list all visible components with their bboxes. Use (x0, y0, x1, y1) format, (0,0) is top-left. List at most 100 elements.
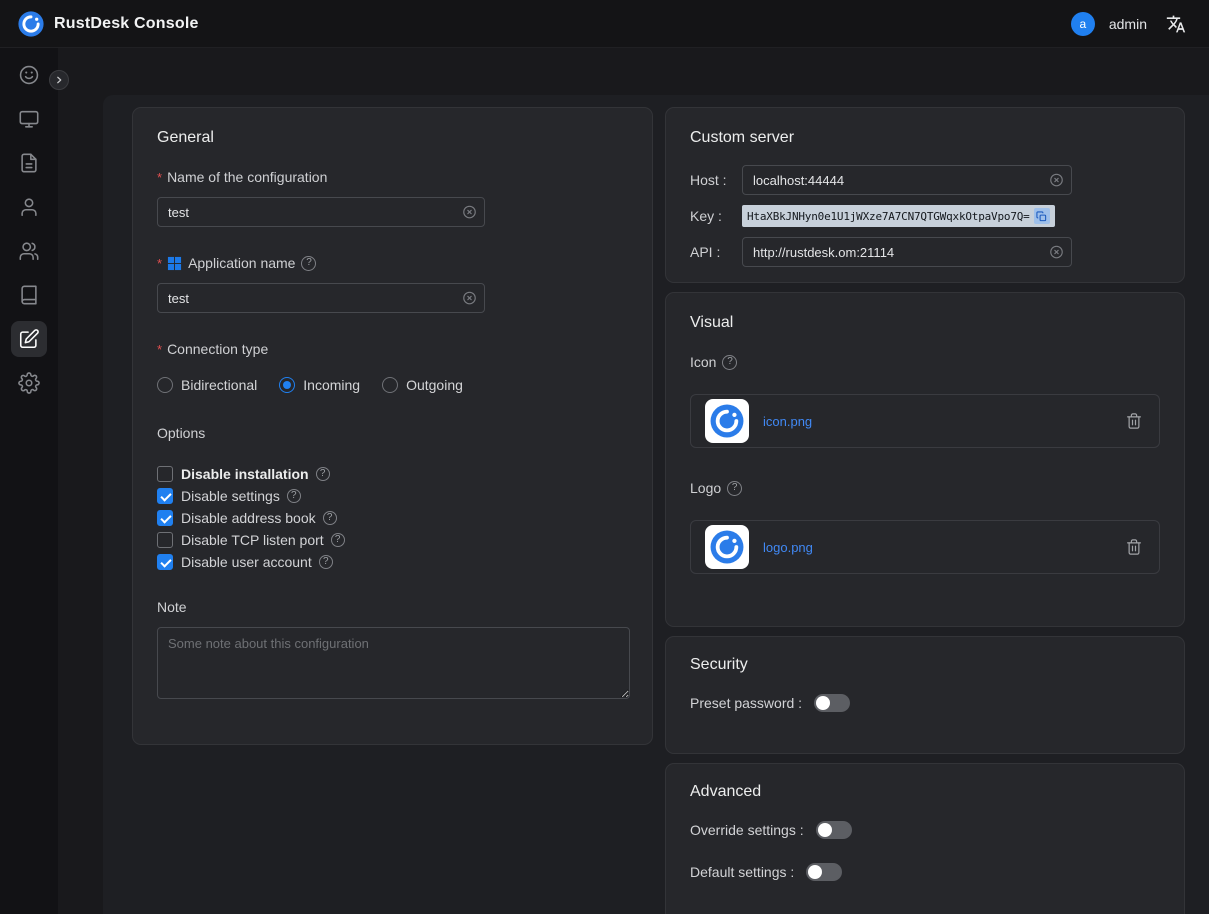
options-list: Disable installation ? Disable settings … (157, 463, 628, 573)
key-row: Key : HtaXBkJNHyn0e1U1jWXze7A7CN7QTGWqxk… (690, 205, 1160, 227)
copy-icon[interactable] (1034, 208, 1050, 224)
logo-label: Logo (690, 480, 721, 496)
config-name-field-wrap (157, 197, 485, 227)
radio-label: Outgoing (406, 377, 463, 393)
help-icon[interactable]: ? (323, 511, 337, 525)
override-settings-row: Override settings : (690, 819, 1160, 841)
help-icon[interactable]: ? (331, 533, 345, 547)
connection-type-label: Connection type (167, 341, 268, 357)
help-icon[interactable]: ? (319, 555, 333, 569)
sidebar-item-groups[interactable] (11, 233, 47, 269)
api-field-wrap (742, 237, 1072, 267)
icon-file-box: icon.png (690, 394, 1160, 448)
checkbox-box (157, 466, 173, 482)
checkbox-disable-address-book[interactable]: Disable address book ? (157, 507, 628, 529)
visual-card: Visual Icon ? icon.png Logo ? logo.png (665, 292, 1185, 627)
delete-icon-button[interactable] (1125, 411, 1145, 431)
checkbox-disable-installation[interactable]: Disable installation ? (157, 463, 628, 485)
app-name-label: Application name (188, 255, 295, 271)
sidebar-item-logs[interactable] (11, 277, 47, 313)
sidebar-item-sessions[interactable] (11, 145, 47, 181)
sidebar-item-overview[interactable] (11, 57, 47, 93)
host-label: Host : (690, 172, 742, 188)
radio-label: Incoming (303, 377, 360, 393)
help-icon[interactable]: ? (727, 481, 742, 496)
rustdesk-logo-icon (18, 11, 44, 37)
app-title: RustDesk Console (54, 15, 199, 33)
username[interactable]: admin (1109, 16, 1147, 32)
clear-icon[interactable] (1049, 173, 1064, 188)
clear-icon[interactable] (462, 291, 477, 306)
edit-icon (18, 328, 40, 350)
required-mark: * (157, 342, 162, 358)
clear-icon[interactable] (462, 205, 477, 220)
icon-label-row: Icon ? (690, 354, 1160, 370)
file-icon (18, 152, 40, 174)
connection-type-radios: Bidirectional Incoming Outgoing (157, 375, 628, 395)
visual-title: Visual (690, 293, 1160, 332)
sidebar-item-devices[interactable] (11, 101, 47, 137)
logo-preview (705, 525, 749, 569)
radio-label: Bidirectional (181, 377, 257, 393)
advanced-card: Advanced Override settings : Default set… (665, 763, 1185, 914)
custom-server-title: Custom server (690, 108, 1160, 147)
sidebar (0, 48, 58, 914)
preset-password-toggle[interactable] (814, 694, 850, 712)
language-button[interactable] (1161, 9, 1191, 39)
sidebar-item-custom-clients[interactable] (11, 321, 47, 357)
sidebar-item-users[interactable] (11, 189, 47, 225)
override-settings-toggle[interactable] (816, 821, 852, 839)
preset-password-label: Preset password : (690, 695, 802, 711)
checkbox-disable-settings[interactable]: Disable settings ? (157, 485, 628, 507)
help-icon[interactable]: ? (287, 489, 301, 503)
checkbox-box (157, 532, 173, 548)
checkbox-box (157, 488, 173, 504)
api-input[interactable] (742, 237, 1072, 267)
security-card: Security Preset password : (665, 636, 1185, 754)
override-settings-label: Override settings : (690, 822, 804, 838)
radio-dot (382, 377, 398, 393)
checkbox-disable-user-account[interactable]: Disable user account ? (157, 551, 628, 573)
monitor-icon (18, 108, 40, 130)
trash-icon (1125, 538, 1143, 556)
checkbox-label: Disable user account (181, 554, 312, 570)
chevron-right-icon (53, 74, 65, 86)
book-icon (18, 284, 40, 306)
app-name-input[interactable] (157, 283, 485, 313)
radio-incoming[interactable]: Incoming (279, 375, 360, 395)
default-settings-toggle[interactable] (806, 863, 842, 881)
checkbox-box (157, 554, 173, 570)
icon-label: Icon (690, 354, 716, 370)
checkbox-label: Disable settings (181, 488, 280, 504)
host-input[interactable] (742, 165, 1072, 195)
clear-icon[interactable] (1049, 245, 1064, 260)
users-icon (18, 240, 40, 262)
config-name-input[interactable] (157, 197, 485, 227)
radio-dot (157, 377, 173, 393)
config-name-label: Name of the configuration (167, 169, 327, 185)
header-right: a admin (1071, 9, 1191, 39)
radio-outgoing[interactable]: Outgoing (382, 375, 463, 395)
help-icon[interactable]: ? (316, 467, 330, 481)
checkbox-label: Disable address book (181, 510, 316, 526)
radio-bidirectional[interactable]: Bidirectional (157, 375, 257, 395)
help-icon[interactable]: ? (301, 256, 316, 271)
note-label: Note (157, 599, 628, 615)
options-title: Options (157, 425, 628, 441)
help-icon[interactable]: ? (722, 355, 737, 370)
user-avatar[interactable]: a (1071, 12, 1095, 36)
sidebar-expand-button[interactable] (49, 70, 69, 90)
sidebar-item-settings[interactable] (11, 365, 47, 401)
key-label: Key : (690, 208, 742, 224)
delete-logo-button[interactable] (1125, 537, 1145, 557)
logo-file-link[interactable]: logo.png (763, 540, 813, 555)
icon-file-link[interactable]: icon.png (763, 414, 812, 429)
default-settings-row: Default settings : (690, 861, 1160, 883)
connection-type-label-row: * Connection type (157, 341, 628, 357)
checkbox-box (157, 510, 173, 526)
note-textarea[interactable] (157, 627, 630, 699)
host-field-wrap (742, 165, 1072, 195)
key-value-chip[interactable]: HtaXBkJNHyn0e1U1jWXze7A7CN7QTGWqxkOtpaVp… (742, 205, 1055, 227)
checkbox-disable-tcp-listen-port[interactable]: Disable TCP listen port ? (157, 529, 628, 551)
config-name-label-row: * Name of the configuration (157, 169, 628, 185)
